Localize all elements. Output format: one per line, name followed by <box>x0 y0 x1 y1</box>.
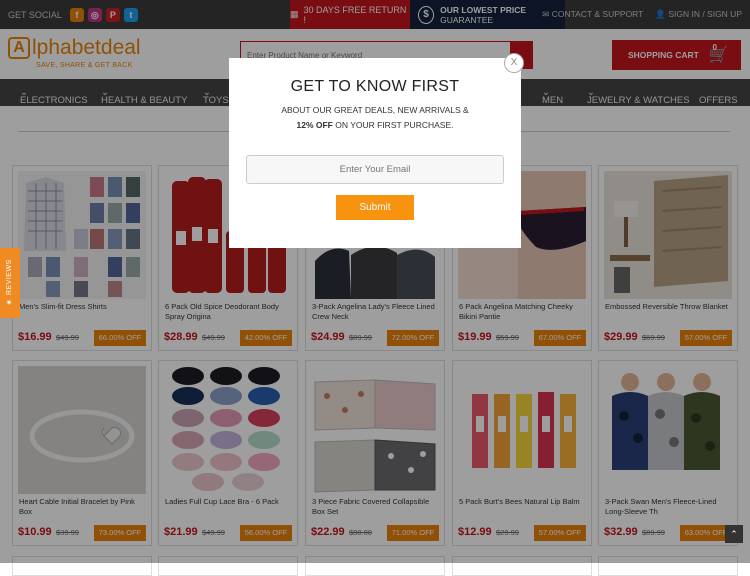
newsletter-modal: X GET TO KNOW FIRST ABOUT OUR GREAT DEAL… <box>229 53 524 248</box>
modal-text-line2: 12% OFF ON YOUR FIRST PURCHASE. <box>229 120 521 130</box>
reviews-tab[interactable]: ★ REVIEWS <box>0 248 20 318</box>
modal-text-line2-rest: ON YOUR FIRST PURCHASE. <box>335 120 454 130</box>
close-modal-button[interactable]: X <box>504 53 524 73</box>
modal-heading: GET TO KNOW FIRST <box>290 78 460 95</box>
email-input[interactable] <box>246 155 504 184</box>
discount-highlight: 12% OFF <box>296 120 333 130</box>
scroll-to-top-button[interactable]: ⌃ <box>725 525 743 543</box>
modal-text-line1: ABOUT OUR GREAT DEALS, NEW ARRIVALS & <box>281 105 469 115</box>
submit-button[interactable]: Submit <box>336 195 414 220</box>
chevron-up-icon: ⌃ <box>730 529 738 539</box>
